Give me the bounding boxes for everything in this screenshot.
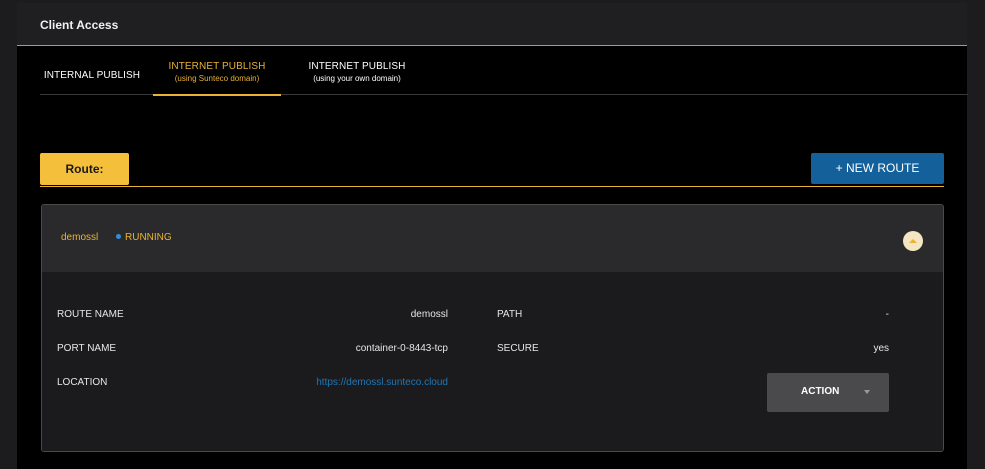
collapse-button[interactable]	[903, 231, 923, 251]
tab-label: INTERNET PUBLISH	[168, 61, 266, 72]
route-card-header[interactable]: demossl RUNNING	[42, 205, 943, 272]
port-name-value: container-0-8443-tcp	[355, 343, 448, 354]
tab-label: INTERNAL PUBLISH	[43, 70, 141, 81]
route-card: demossl RUNNING ROUTE NAME demossl PORT …	[41, 204, 944, 452]
location-link-wrap: https://demossl.sunteco.cloud	[242, 377, 448, 388]
tab-internet-publish-own-domain[interactable]: INTERNET PUBLISH (using your own domain)	[302, 58, 412, 95]
route-card-name: demossl	[61, 232, 99, 243]
location-label: LOCATION	[57, 377, 108, 388]
route-name-value: demossl	[410, 309, 448, 320]
section-divider	[40, 186, 944, 187]
secure-value: yes	[873, 343, 889, 354]
path-value: -	[885, 309, 889, 320]
panel-header: Client Access	[17, 3, 967, 46]
action-button-label: ACTION	[801, 386, 840, 397]
publish-tabs: INTERNAL PUBLISH INTERNET PUBLISH (using…	[40, 58, 968, 96]
tab-internet-publish-sunteco[interactable]: INTERNET PUBLISH (using Sunteco domain)	[153, 58, 281, 96]
new-route-button[interactable]: + NEW ROUTE	[811, 153, 944, 184]
route-details: ROUTE NAME demossl PORT NAME container-0…	[42, 272, 943, 451]
secure-label: SECURE	[497, 343, 539, 354]
location-link[interactable]: https://demossl.sunteco.cloud	[316, 377, 448, 388]
port-name-label: PORT NAME	[57, 343, 117, 354]
panel-title: Client Access	[40, 18, 119, 32]
status-text: RUNNING	[125, 232, 172, 243]
tab-sublabel: (using Sunteco domain)	[174, 74, 260, 83]
route-label: Route:	[40, 153, 129, 185]
chevron-up-icon	[909, 239, 917, 243]
chevron-down-icon	[864, 390, 870, 394]
route-name-label: ROUTE NAME	[57, 309, 124, 320]
tab-internal-publish[interactable]: INTERNAL PUBLISH	[40, 58, 144, 95]
path-label: PATH	[497, 309, 523, 320]
action-button[interactable]: ACTION	[767, 373, 889, 412]
status-dot-icon	[116, 234, 121, 239]
client-access-panel: Client Access INTERNAL PUBLISH INTERNET …	[17, 3, 968, 469]
status-badge: RUNNING	[116, 232, 172, 243]
tab-sublabel: (using your own domain)	[313, 74, 401, 83]
tab-label: INTERNET PUBLISH	[308, 61, 406, 72]
